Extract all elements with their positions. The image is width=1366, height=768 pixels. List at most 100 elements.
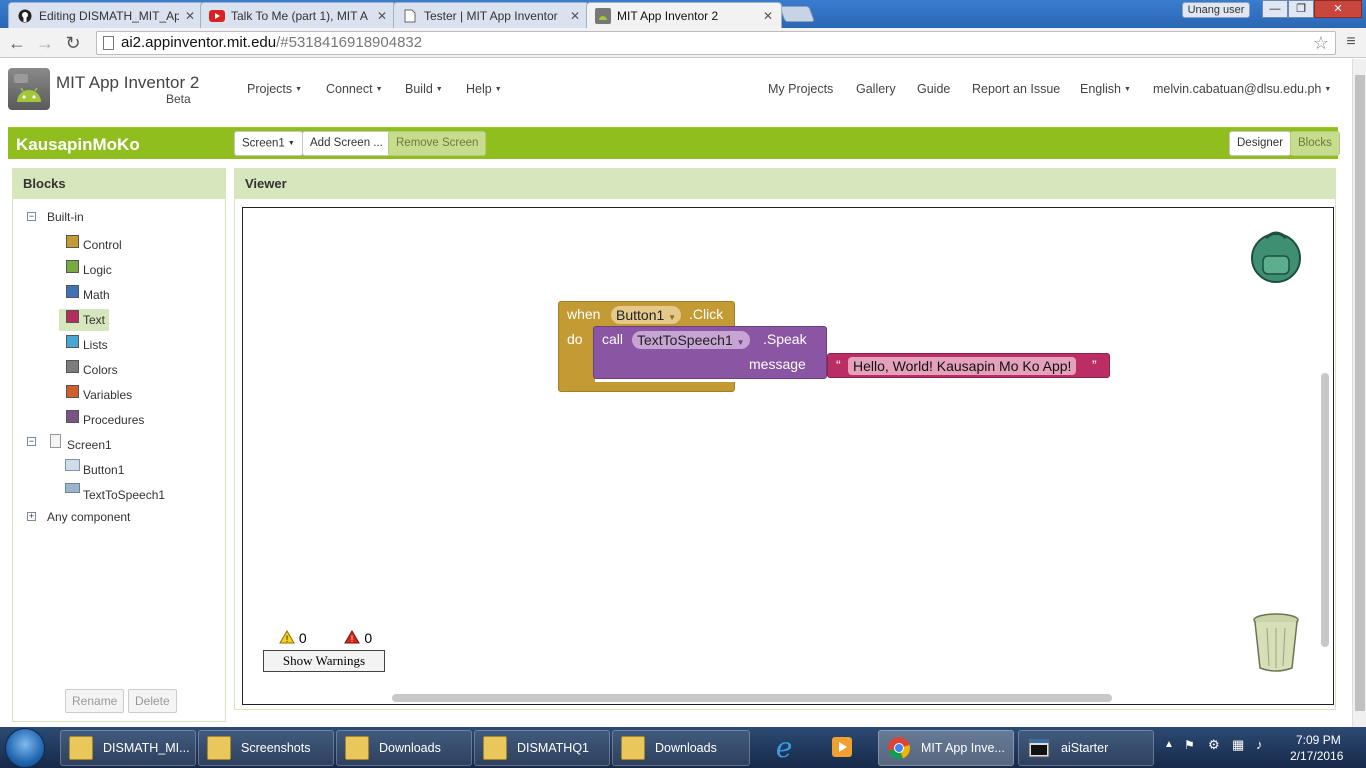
blocks-workspace[interactable]: when Button1 ▼ .Click do call TextToSpee… [242, 207, 1334, 705]
link-gallery[interactable]: Gallery [856, 82, 896, 96]
device-icon[interactable]: ⚙ [1208, 737, 1220, 753]
blocks-button[interactable]: Blocks [1290, 131, 1340, 156]
browser-tab-3[interactable]: Tester | MIT App Inventor ✕ [393, 2, 589, 28]
backpack-icon[interactable] [1250, 228, 1302, 284]
taskbar-item-dismath[interactable]: DISMATH_MI... [60, 730, 196, 766]
category-control[interactable]: Control [83, 235, 122, 255]
event-when-label: when [567, 306, 601, 322]
language-menu[interactable]: English ▼ [1080, 82, 1131, 96]
page-icon [402, 8, 418, 24]
taskbar-label: DISMATH_MI... [103, 741, 190, 755]
folder-download-icon [621, 736, 645, 760]
close-window-icon[interactable]: ✕ [1314, 0, 1362, 18]
category-lists[interactable]: Lists [83, 335, 108, 355]
taskbar-item-downloads-2[interactable]: Downloads [612, 730, 750, 766]
category-colors[interactable]: Colors [83, 360, 118, 380]
reload-icon[interactable]: ↻ [62, 32, 84, 54]
event-component-dropdown[interactable]: Button1 ▼ [611, 306, 682, 324]
dropdown-arrow-icon: ▼ [668, 313, 677, 322]
clock-date[interactable]: 2/17/2016 [1290, 749, 1343, 763]
close-tab-icon[interactable]: ✕ [377, 9, 389, 23]
expand-icon[interactable]: + [27, 512, 36, 521]
horizontal-scrollbar[interactable] [392, 694, 1112, 702]
menu-projects[interactable]: Projects ▼ [247, 82, 302, 96]
add-screen-button[interactable]: Add Screen ... [302, 131, 391, 156]
scroll-thumb[interactable] [1355, 75, 1365, 711]
tree-builtin[interactable]: Built-in [47, 207, 84, 227]
collapse-icon[interactable]: − [27, 437, 36, 446]
show-hidden-icons-icon[interactable]: ▲ [1164, 739, 1174, 750]
new-tab-button[interactable] [779, 6, 815, 22]
screen-select[interactable]: Screen1 ▼ [234, 131, 303, 156]
project-name: KausapinMoKo [16, 135, 140, 154]
profile-badge[interactable]: Unang user [1182, 2, 1250, 18]
menu-build[interactable]: Build ▼ [405, 82, 443, 96]
bookmark-star-icon[interactable]: ☆ [1313, 32, 1329, 54]
text-string-value[interactable]: Hello, World! Kausapin Mo Ko App! [848, 357, 1077, 375]
menu-help[interactable]: Help ▼ [466, 82, 502, 96]
taskbar-item-dismathq1[interactable]: DISMATHQ1 [474, 730, 610, 766]
windows-taskbar: DISMATH_MI... Screenshots Downloads DISM… [0, 727, 1366, 768]
text-string-block[interactable]: “ Hello, World! Kausapin Mo Ko App! ” [827, 353, 1110, 378]
forward-icon[interactable]: → [34, 32, 56, 54]
browser-tab-2[interactable]: Talk To Me (part 1), MIT A ✕ [200, 2, 396, 28]
taskbar-item-screenshots[interactable]: Screenshots [198, 730, 334, 766]
internet-explorer-icon[interactable]: e [768, 731, 800, 764]
close-tab-icon[interactable]: ✕ [185, 9, 197, 23]
volume-icon[interactable]: ♪ [1256, 737, 1263, 752]
link-report-issue[interactable]: Report an Issue [972, 82, 1060, 96]
call-label: call [602, 331, 624, 347]
network-icon[interactable]: ▦ [1232, 737, 1244, 753]
taskbar-item-chrome[interactable]: MIT App Inve... [878, 730, 1014, 766]
taskbar-item-aistarter[interactable]: aiStarter [1018, 730, 1154, 766]
close-tab-icon[interactable]: ✕ [763, 9, 775, 23]
category-logic[interactable]: Logic [83, 260, 112, 280]
show-warnings-button[interactable]: Show Warnings [263, 650, 385, 672]
page-scrollbar[interactable] [1352, 59, 1366, 727]
variables-swatch-icon [66, 385, 79, 398]
remove-screen-button[interactable]: Remove Screen [388, 131, 487, 156]
chrome-menu-icon[interactable]: ≡ [1342, 33, 1360, 51]
tab-title: MIT App Inventor 2 [617, 8, 719, 23]
designer-button[interactable]: Designer [1229, 131, 1292, 156]
viewer-panel: Viewer when Button1 ▼ .Click do call Tex… [234, 168, 1336, 710]
close-tab-icon[interactable]: ✕ [570, 9, 582, 23]
call-block-texttospeech1-speak[interactable]: call TextToSpeech1 ▼ .Speak message [593, 326, 827, 379]
address-bar[interactable]: ai2.appinventor.mit.edu/#531841691890483… [96, 31, 1336, 55]
delete-button[interactable]: Delete [128, 689, 177, 713]
event-do-label: do [567, 331, 583, 347]
collapse-icon[interactable]: − [27, 212, 36, 221]
browser-tab-4[interactable]: MIT App Inventor 2 ✕ [586, 2, 782, 28]
browser-tab-1[interactable]: Editing DISMATH_MIT_Ap ✕ [8, 2, 204, 28]
category-text[interactable]: Text [83, 310, 105, 330]
clock-time[interactable]: 7:09 PM [1296, 733, 1341, 747]
category-math[interactable]: Math [83, 285, 110, 305]
trash-icon[interactable] [1251, 612, 1301, 674]
start-button-icon[interactable] [5, 728, 45, 768]
event-name-label: .Click [689, 306, 724, 322]
vertical-scrollbar[interactable] [1321, 373, 1329, 647]
tree-button1[interactable]: Button1 [83, 460, 124, 480]
control-swatch-icon [66, 235, 79, 248]
call-component-dropdown[interactable]: TextToSpeech1 ▼ [632, 331, 750, 349]
menu-connect[interactable]: Connect ▼ [326, 82, 383, 96]
category-procedures[interactable]: Procedures [83, 410, 144, 430]
taskbar-item-downloads-1[interactable]: Downloads [336, 730, 472, 766]
page-icon [103, 36, 114, 50]
link-guide[interactable]: Guide [917, 82, 950, 96]
link-my-projects[interactable]: My Projects [768, 82, 833, 96]
minimize-icon[interactable]: — [1262, 0, 1288, 18]
tree-texttospeech1[interactable]: TextToSpeech1 [83, 485, 165, 505]
rename-button[interactable]: Rename [65, 689, 125, 713]
tree-screen1[interactable]: Screen1 [67, 435, 112, 455]
account-menu[interactable]: melvin.cabatuan@dlsu.edu.ph ▼ [1153, 82, 1331, 96]
category-variables[interactable]: Variables [83, 385, 132, 405]
restore-icon[interactable]: ❐ [1288, 0, 1314, 18]
action-center-flag-icon[interactable]: ⚑ [1184, 738, 1195, 752]
back-icon[interactable]: ← [6, 32, 28, 54]
app-inventor-logo[interactable] [8, 68, 50, 110]
logic-swatch-icon [66, 260, 79, 273]
media-player-icon[interactable] [826, 731, 858, 763]
tree-any-component[interactable]: Any component [47, 507, 130, 527]
chrome-icon [887, 736, 911, 760]
